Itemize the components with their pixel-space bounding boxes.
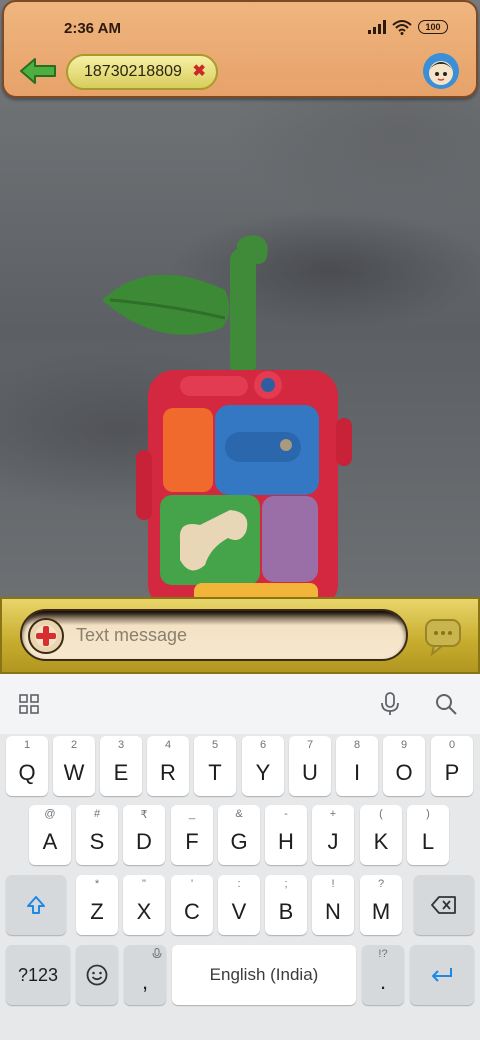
key-q[interactable]: 1Q <box>6 736 48 796</box>
compose-bar <box>0 597 480 674</box>
key-c[interactable]: ' C <box>171 875 213 935</box>
key-e[interactable]: 3E <box>100 736 142 796</box>
app-header: 2:36 AM 100 18730218809 ✖ <box>2 0 478 98</box>
key-a[interactable]: @ A <box>29 805 71 865</box>
emoji-icon <box>86 964 108 986</box>
status-time: 2:36 AM <box>64 20 121 37</box>
wifi-icon <box>392 20 412 35</box>
microphone-icon <box>152 948 162 959</box>
recipient-chip[interactable]: 18730218809 ✖ <box>66 54 218 90</box>
symbols-key[interactable]: ?123 <box>6 945 70 1005</box>
add-icon[interactable] <box>28 618 64 654</box>
key-r[interactable]: 4R <box>147 736 189 796</box>
key-i[interactable]: 8I <box>336 736 378 796</box>
key-h[interactable]: -H <box>265 805 307 865</box>
comma-key[interactable]: , <box>124 945 166 1005</box>
key-t[interactable]: 5T <box>194 736 236 796</box>
key-u[interactable]: 7U <box>289 736 331 796</box>
enter-icon <box>432 968 452 982</box>
key-n[interactable]: ! N <box>312 875 354 935</box>
key-z[interactable]: * Z <box>76 875 118 935</box>
key-p[interactable]: 0P <box>431 736 473 796</box>
close-icon[interactable]: ✖ <box>192 64 205 80</box>
message-field[interactable] <box>20 609 408 661</box>
key-w[interactable]: 2W <box>53 736 95 796</box>
backspace-icon <box>431 896 456 914</box>
keyboard-toolbar <box>0 674 480 734</box>
space-key[interactable]: English (India) <box>172 945 356 1005</box>
microphone-icon[interactable] <box>380 692 400 716</box>
key-v[interactable]: :V <box>218 875 260 935</box>
key-x[interactable]: " X <box>123 875 165 935</box>
emoji-key[interactable] <box>76 945 118 1005</box>
key-b[interactable]: ; B <box>265 875 307 935</box>
on-screen-keyboard: 1Q 2W 3E 4R 5T 6Y 7U 8I 9O 0P @ A # S ₹ D _… <box>0 674 480 1040</box>
key-f[interactable]: _ F <box>171 805 213 865</box>
enter-key[interactable] <box>410 945 474 1005</box>
key-m[interactable]: ? M <box>360 875 402 935</box>
grid-icon[interactable] <box>19 694 39 714</box>
key-k[interactable]: (K <box>360 805 402 865</box>
shift-key[interactable] <box>6 875 66 935</box>
key-l[interactable]: ) L <box>407 805 449 865</box>
shift-icon <box>27 896 45 914</box>
battery-icon: 100 <box>418 20 448 34</box>
send-message-icon[interactable] <box>424 616 464 656</box>
search-icon[interactable] <box>435 693 457 715</box>
period-key[interactable]: !?. <box>362 945 404 1005</box>
avatar-icon[interactable] <box>422 52 460 90</box>
key-j[interactable]: + J <box>312 805 354 865</box>
status-icons: 100 <box>368 19 448 35</box>
key-d[interactable]: ₹ D <box>123 805 165 865</box>
backspace-key[interactable] <box>414 875 474 935</box>
key-g[interactable]: & G <box>218 805 260 865</box>
signal-icon <box>368 20 386 34</box>
key-y[interactable]: 6Y <box>242 736 284 796</box>
back-arrow-icon[interactable] <box>18 56 58 86</box>
key-o[interactable]: 9O <box>383 736 425 796</box>
key-s[interactable]: # S <box>76 805 118 865</box>
recipient-number: 18730218809 <box>84 63 182 80</box>
message-input[interactable] <box>76 623 396 647</box>
